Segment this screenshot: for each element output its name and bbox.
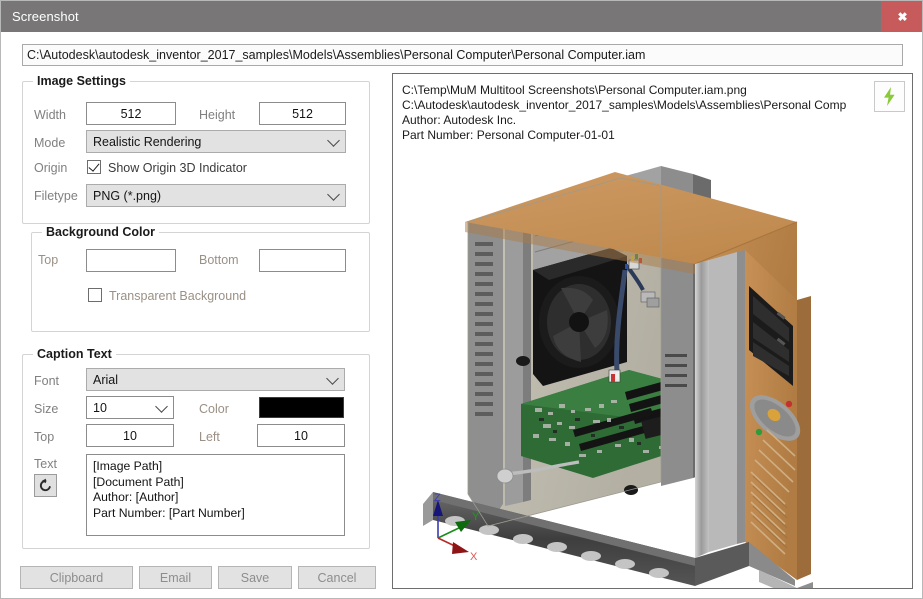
origin-label: Origin — [34, 161, 68, 175]
caption-top-label: Top — [34, 430, 55, 444]
show-origin-checkbox[interactable] — [87, 160, 101, 174]
transparent-background-checkbox[interactable] — [88, 288, 102, 302]
filetype-value: PNG (*.png) — [93, 188, 162, 203]
size-label: Size — [34, 402, 59, 416]
email-button[interactable]: Email — [139, 566, 212, 589]
width-input[interactable]: 512 — [86, 102, 176, 125]
preview-panel: C:\Temp\MuM Multitool Screenshots\Person… — [392, 73, 913, 589]
mode-value: Realistic Rendering — [93, 134, 202, 149]
screenshot-dialog: Screenshot ✖ C:\Autodesk\autodesk_invent… — [0, 0, 923, 599]
transparent-background-label: Transparent Background — [109, 289, 247, 303]
caption-text-label: Text — [34, 457, 57, 471]
window-title: Screenshot — [12, 9, 79, 24]
height-label: Height — [199, 108, 236, 122]
filetype-label: Filetype — [34, 189, 78, 203]
chevron-down-icon — [327, 187, 340, 201]
bg-top-color-input[interactable] — [86, 249, 176, 272]
close-button[interactable]: ✖ — [881, 1, 922, 32]
font-dropdown[interactable]: Arial — [86, 368, 345, 391]
caption-top-input[interactable]: 10 — [86, 424, 174, 447]
caption-text-legend: Caption Text — [33, 347, 116, 361]
caption-text-textarea[interactable]: [Image Path] [Document Path] Author: [Au… — [86, 454, 345, 536]
mode-dropdown[interactable]: Realistic Rendering — [86, 130, 346, 153]
caption-left-input[interactable]: 10 — [257, 424, 345, 447]
origin-3d-indicator: Z Y X — [433, 492, 480, 562]
filetype-dropdown[interactable]: PNG (*.png) — [86, 184, 346, 207]
width-label: Width — [34, 108, 66, 122]
chevron-down-icon — [327, 133, 340, 147]
mode-label: Mode — [34, 136, 66, 150]
font-value: Arial — [93, 372, 119, 387]
size-value: 10 — [93, 400, 107, 415]
caption-color-swatch[interactable] — [259, 397, 344, 418]
clipboard-button[interactable]: Clipboard — [20, 566, 133, 589]
axis-x-label: X — [470, 551, 478, 562]
background-color-group: Background Color — [31, 225, 370, 332]
color-label: Color — [199, 402, 229, 416]
reset-caption-button[interactable] — [34, 474, 57, 497]
reset-arrow-icon — [39, 478, 51, 492]
bg-top-label: Top — [38, 253, 59, 267]
show-origin-label: Show Origin 3D Indicator — [108, 161, 247, 175]
chevron-down-icon — [155, 399, 168, 413]
image-settings-legend: Image Settings — [33, 74, 130, 88]
document-path-field[interactable]: C:\Autodesk\autodesk_inventor_2017_sampl… — [22, 44, 903, 66]
axis-z-label: Z — [434, 492, 441, 504]
font-label: Font — [34, 374, 60, 388]
caption-left-label: Left — [199, 430, 220, 444]
close-icon: ✖ — [897, 9, 908, 24]
bg-bottom-color-input[interactable] — [259, 249, 346, 272]
size-dropdown[interactable]: 10 — [86, 396, 174, 419]
axis-y-label: Y — [472, 511, 480, 523]
lightning-bolt-icon — [883, 87, 895, 106]
chevron-down-icon — [326, 371, 339, 385]
height-input[interactable]: 512 — [259, 102, 346, 125]
background-color-legend: Background Color — [42, 225, 160, 239]
bg-bottom-label: Bottom — [199, 253, 239, 267]
render-flash-button[interactable] — [874, 81, 905, 112]
title-bar: Screenshot ✖ — [1, 1, 922, 32]
save-button[interactable]: Save — [218, 566, 292, 589]
cancel-button[interactable]: Cancel — [298, 566, 376, 589]
